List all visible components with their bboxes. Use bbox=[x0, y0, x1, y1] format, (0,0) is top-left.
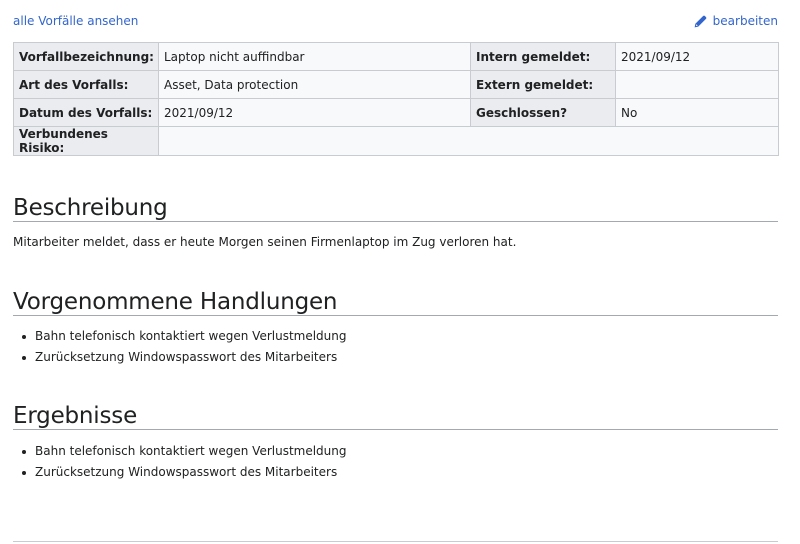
table-row: Datum des Vorfalls: 2021/09/12 Geschloss… bbox=[13, 98, 779, 127]
incident-info-table: Vorfallbezeichnung: Laptop nicht auffind… bbox=[13, 42, 779, 156]
reported-internal-value: 2021/09/12 bbox=[615, 42, 779, 71]
top-navigation: alle Vorfälle ansehen bearbeiten bbox=[13, 12, 778, 32]
reported-external-value bbox=[615, 70, 779, 99]
incident-name-label: Vorfallbezeichnung: bbox=[13, 42, 159, 71]
results-heading: Ergebnisse bbox=[13, 403, 778, 430]
all-incidents-link[interactable]: alle Vorfälle ansehen bbox=[13, 14, 138, 28]
closed-label: Geschlossen? bbox=[470, 98, 616, 127]
closed-value: No bbox=[615, 98, 779, 127]
description-heading: Beschreibung bbox=[13, 195, 778, 222]
incident-type-value: Asset, Data protection bbox=[158, 70, 471, 99]
related-risk-label: Verbundenes Risiko: bbox=[13, 126, 159, 156]
actions-heading: Vorgenommene Handlungen bbox=[13, 289, 778, 316]
table-row: Verbundenes Risiko: bbox=[13, 126, 779, 156]
description-text: Mitarbeiter meldet, dass er heute Morgen… bbox=[13, 235, 517, 249]
incident-name-value: Laptop nicht auffindbar bbox=[158, 42, 471, 71]
incident-date-label: Datum des Vorfalls: bbox=[13, 98, 159, 127]
actions-list: Bahn telefonisch kontaktiert wegen Verlu… bbox=[13, 326, 347, 368]
footer-divider bbox=[13, 541, 778, 542]
list-item: Zurücksetzung Windowspasswort des Mitarb… bbox=[22, 462, 347, 483]
incident-date-value: 2021/09/12 bbox=[158, 98, 471, 127]
list-item: Zurücksetzung Windowspasswort des Mitarb… bbox=[22, 347, 347, 368]
reported-internal-label: Intern gemeldet: bbox=[470, 42, 616, 71]
table-row: Art des Vorfalls: Asset, Data protection… bbox=[13, 70, 779, 99]
related-risk-value bbox=[158, 126, 779, 156]
reported-external-label: Extern gemeldet: bbox=[470, 70, 616, 99]
table-row: Vorfallbezeichnung: Laptop nicht auffind… bbox=[13, 42, 779, 71]
list-item: Bahn telefonisch kontaktiert wegen Verlu… bbox=[22, 326, 347, 347]
results-list: Bahn telefonisch kontaktiert wegen Verlu… bbox=[13, 441, 347, 483]
edit-button[interactable]: bearbeiten bbox=[694, 14, 778, 28]
edit-label: bearbeiten bbox=[712, 14, 778, 28]
incident-type-label: Art des Vorfalls: bbox=[13, 70, 159, 99]
pencil-icon bbox=[694, 15, 707, 28]
list-item: Bahn telefonisch kontaktiert wegen Verlu… bbox=[22, 441, 347, 462]
